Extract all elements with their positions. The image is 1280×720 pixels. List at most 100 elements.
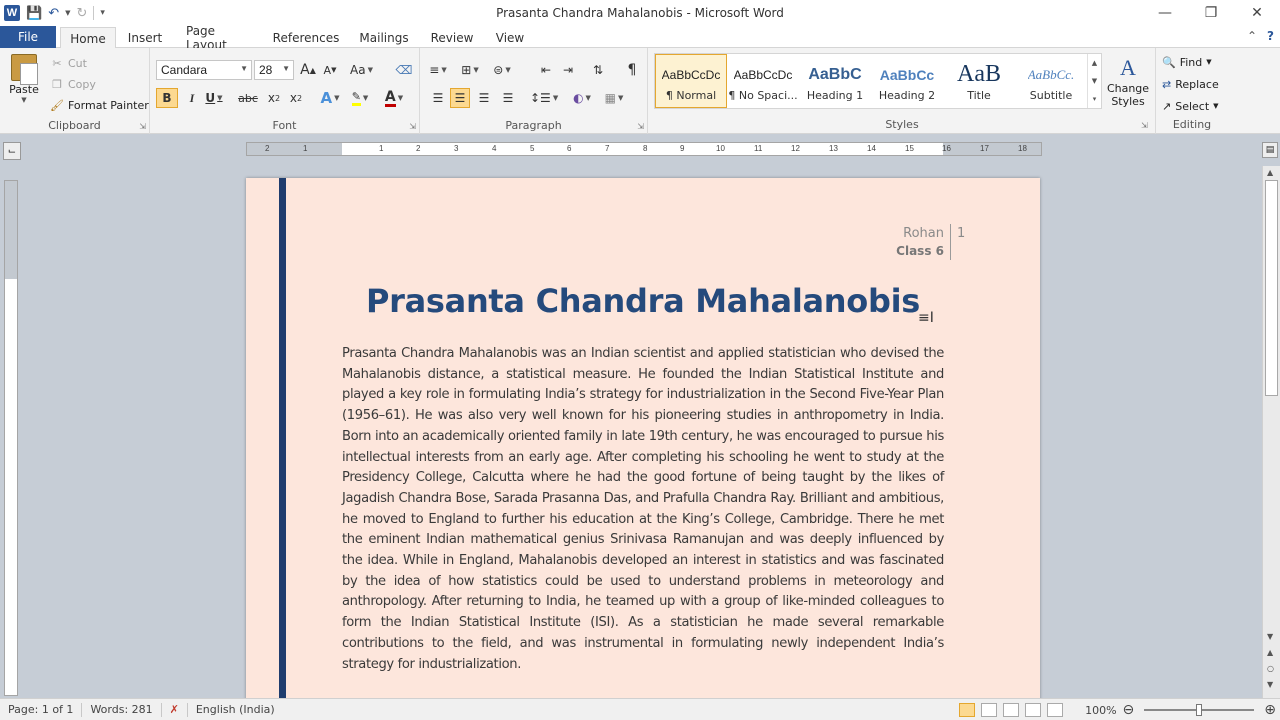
underline-button[interactable]: U ▼	[204, 88, 224, 108]
full-screen-view-button[interactable]	[981, 703, 998, 717]
decrease-indent-button[interactable]: ⇤	[536, 60, 556, 80]
style-normal[interactable]: AaBbCcDc ¶ Normal	[655, 54, 727, 108]
customize-qat-icon[interactable]: ▾	[100, 8, 105, 18]
paste-dropdown-icon[interactable]: ▼	[21, 96, 26, 104]
gallery-scroll[interactable]: ▲ ▼ ▾	[1087, 54, 1101, 108]
undo-dropdown-icon[interactable]: ▼	[65, 9, 70, 17]
justify-button[interactable]: ☰	[498, 88, 518, 108]
strikethrough-button[interactable]: abc	[238, 88, 258, 108]
change-styles-button[interactable]: A Change Styles	[1104, 54, 1152, 114]
italic-button[interactable]: I	[182, 88, 202, 108]
increase-indent-button[interactable]: ⇥	[558, 60, 578, 80]
select-button[interactable]: ↗ Select ▼	[1162, 96, 1219, 116]
bullets-button[interactable]: ≡ ▼	[428, 60, 448, 80]
tab-insert[interactable]: Insert	[120, 28, 170, 48]
align-right-button[interactable]: ☰	[474, 88, 494, 108]
close-button[interactable]: ✕	[1234, 0, 1280, 26]
tab-file[interactable]: File	[0, 26, 56, 48]
gallery-up-icon[interactable]: ▲	[1092, 59, 1097, 67]
superscript-button[interactable]: x2	[286, 88, 306, 108]
tab-home[interactable]: Home	[60, 27, 116, 49]
vertical-scrollbar[interactable]: ▲ ▼ ▲ ○ ▼	[1262, 166, 1280, 698]
style-title[interactable]: AaB Title	[943, 54, 1015, 108]
text-effects-button[interactable]: A ▼	[320, 88, 340, 108]
restore-button[interactable]: ❐	[1188, 0, 1234, 26]
font-launcher-icon[interactable]: ⇲	[409, 122, 416, 131]
help-icon[interactable]: ?	[1267, 29, 1274, 43]
zoom-slider-knob[interactable]	[1196, 704, 1203, 716]
subscript-button[interactable]: x2	[264, 88, 284, 108]
view-ruler-button[interactable]: ▤	[1262, 142, 1278, 158]
minimize-ribbon-icon[interactable]: ⌃	[1247, 29, 1257, 43]
align-left-button[interactable]: ☰	[428, 88, 448, 108]
page-count[interactable]: Page: 1 of 1	[0, 699, 81, 720]
clear-formatting-button[interactable]: ⌫	[394, 60, 414, 80]
print-layout-view-button[interactable]	[959, 703, 976, 717]
zoom-in-icon[interactable]: ⊕	[1264, 702, 1276, 718]
outline-view-button[interactable]	[1025, 703, 1042, 717]
style-heading-2[interactable]: AaBbCc Heading 2	[871, 54, 943, 108]
paragraph-launcher-icon[interactable]: ⇲	[637, 122, 644, 131]
change-case-button[interactable]: Aa ▼	[350, 60, 373, 80]
scroll-down-icon[interactable]: ▼	[1267, 632, 1273, 641]
paste-button[interactable]: Paste ▼	[6, 54, 42, 104]
save-icon[interactable]: 💾	[26, 7, 42, 20]
font-color-button[interactable]: A ▼	[384, 88, 404, 108]
replace-button[interactable]: ⇄ Replace	[1162, 74, 1219, 94]
clipboard-launcher-icon[interactable]: ⇲	[139, 122, 146, 131]
redo-icon[interactable]: ↻	[76, 7, 87, 20]
style-subtitle[interactable]: AaBbCc. Subtitle	[1015, 54, 1087, 108]
document-title[interactable]: Prasanta Chandra Mahalanobis	[342, 282, 944, 320]
find-button[interactable]: 🔍 Find ▼	[1162, 52, 1212, 72]
tab-references[interactable]: References	[268, 28, 344, 48]
font-group: Candara ▼ 28 ▼ A ▲ A ▼ Aa ▼ ⌫ B I U ▼ abc x2…	[150, 48, 420, 134]
align-center-button[interactable]: ☰	[450, 88, 470, 108]
zoom-level[interactable]: 100%	[1085, 704, 1116, 717]
zoom-slider[interactable]	[1144, 704, 1255, 716]
bold-button[interactable]: B	[156, 88, 178, 108]
multilevel-list-button[interactable]: ⊜ ▼	[492, 60, 512, 80]
gallery-down-icon[interactable]: ▼	[1092, 77, 1097, 85]
gallery-more-icon[interactable]: ▾	[1093, 95, 1097, 103]
show-hide-button[interactable]: ¶	[622, 60, 642, 80]
proofing-icon[interactable]: ✗	[162, 699, 187, 720]
line-spacing-button[interactable]: ↕☰ ▼	[530, 88, 558, 108]
tab-view[interactable]: View	[488, 28, 532, 48]
document-body[interactable]: Prasanta Chandra Mahalanobis was an Indi…	[342, 344, 944, 675]
highlight-button[interactable]: ✎ ▼	[350, 88, 370, 108]
tab-mailings[interactable]: Mailings	[352, 28, 416, 48]
style-heading-1[interactable]: AaBbC Heading 1	[799, 54, 871, 108]
browse-object-icon[interactable]: ○	[1267, 664, 1274, 673]
sort-button[interactable]: ⇅	[588, 60, 608, 80]
tab-selector-button[interactable]: ⌙	[3, 142, 21, 160]
copy-button[interactable]: ❐ Copy	[50, 75, 96, 93]
font-size-combo[interactable]: 28 ▼	[254, 60, 294, 80]
cut-button[interactable]: ✂ Cut	[50, 54, 87, 72]
undo-icon[interactable]: ↶	[48, 7, 59, 20]
word-count[interactable]: Words: 281	[82, 699, 160, 720]
scroll-thumb[interactable]	[1265, 180, 1278, 396]
next-page-icon[interactable]: ▼	[1267, 680, 1273, 689]
styles-launcher-icon[interactable]: ⇲	[1141, 121, 1148, 130]
web-layout-view-button[interactable]	[1003, 703, 1020, 717]
horizontal-ruler[interactable]: 2 1 1 2 3 4 5 6 7 8 9 10 11 12 13 14 15 …	[246, 142, 1042, 156]
style-no-spacing[interactable]: AaBbCcDc ¶ No Spaci...	[727, 54, 799, 108]
minimize-button[interactable]: —	[1142, 0, 1188, 26]
numbering-button[interactable]: ⊞ ▼	[460, 60, 480, 80]
draft-view-button[interactable]	[1047, 703, 1064, 717]
tab-review[interactable]: Review	[424, 28, 480, 48]
shading-button[interactable]: ◐ ▼	[572, 88, 592, 108]
word-logo-icon[interactable]: W	[4, 5, 20, 21]
language-indicator[interactable]: English (India)	[188, 699, 283, 720]
font-name-combo[interactable]: Candara ▼	[156, 60, 252, 80]
format-painter-button[interactable]: 🖌 Format Painter	[50, 96, 149, 114]
borders-button[interactable]: ▦ ▼	[604, 88, 624, 108]
grow-font-button[interactable]: A ▲	[298, 60, 318, 80]
zoom-out-icon[interactable]: ⊖	[1123, 702, 1135, 718]
shrink-font-button[interactable]: A ▼	[320, 60, 340, 80]
document-page[interactable]: Rohan Class 6 1 Prasanta Chandra Mahalan…	[246, 178, 1040, 698]
vertical-ruler[interactable]	[4, 180, 18, 696]
previous-page-icon[interactable]: ▲	[1267, 648, 1273, 657]
scroll-up-icon[interactable]: ▲	[1267, 168, 1273, 177]
tab-page-layout[interactable]: Page Layout	[178, 24, 260, 52]
